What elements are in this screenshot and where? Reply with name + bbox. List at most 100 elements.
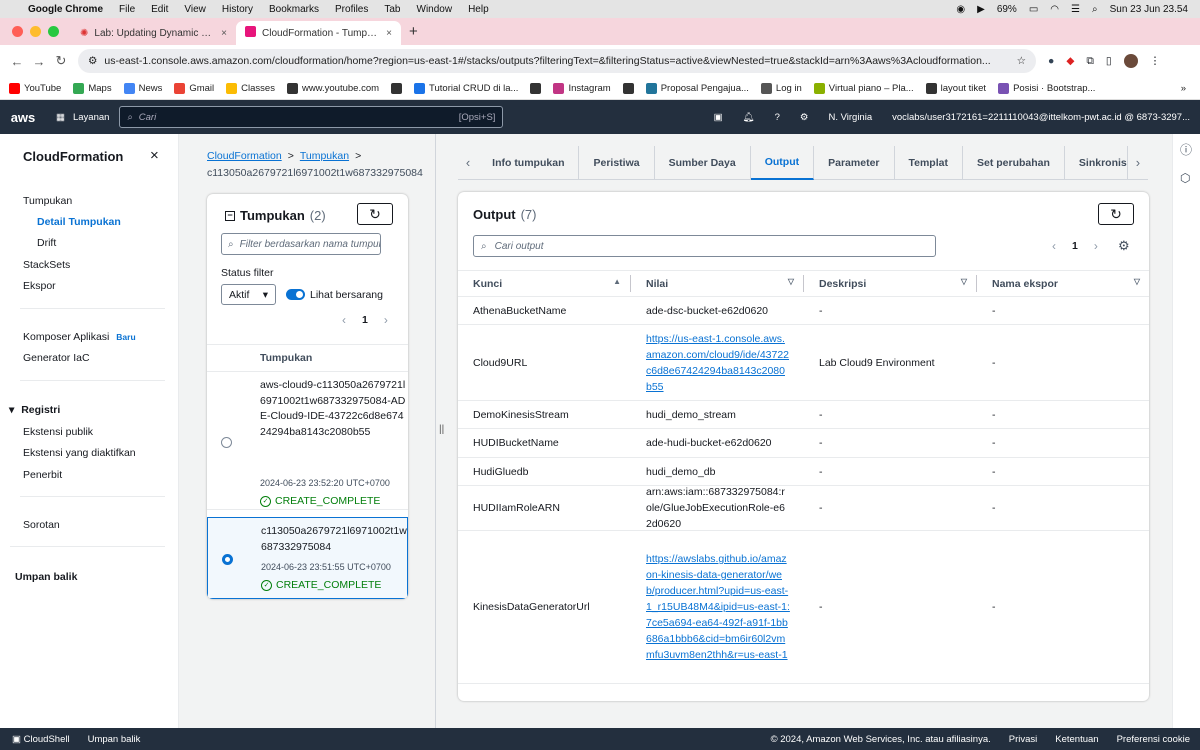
new-tab-button[interactable]: +: [401, 23, 426, 40]
stack-row[interactable]: aws-cloud9-c113050a2679721l6971002t1w687…: [207, 372, 408, 510]
sidebar-item-stacksets[interactable]: StackSets: [23, 259, 70, 271]
privacy-link[interactable]: Privasi: [1009, 734, 1038, 745]
stack-name[interactable]: c113050a2679721l6971002t1w687332975084: [261, 524, 408, 555]
next-page-icon[interactable]: ›: [384, 313, 388, 327]
view-nested-toggle[interactable]: [286, 289, 305, 300]
bookmark-item[interactable]: [391, 82, 403, 94]
search-icon[interactable]: ⌕: [1092, 4, 1098, 15]
column-description[interactable]: Deskripsi ▽: [804, 275, 977, 292]
region-selector[interactable]: N. Virginia: [828, 112, 872, 123]
aws-logo[interactable]: aws: [0, 110, 46, 125]
stack-radio[interactable]: [221, 437, 232, 448]
output-link[interactable]: https://awslabs.github.io/amazon-kinesis…: [646, 553, 790, 661]
bookmark-item[interactable]: Instagram: [553, 82, 611, 94]
extension-icon[interactable]: ◆: [1066, 55, 1074, 67]
extension-icon[interactable]: ●: [1048, 55, 1054, 67]
menu-profiles[interactable]: Profiles: [335, 4, 368, 15]
tab-stack-info[interactable]: Info tumpukan: [478, 145, 580, 180]
stack-radio-selected[interactable]: [222, 554, 233, 565]
stack-row-selected[interactable]: c113050a2679721l6971002t1w687332975084 2…: [207, 517, 408, 599]
menu-help[interactable]: Help: [468, 4, 489, 15]
zoom-window-button[interactable]: [48, 26, 59, 37]
services-menu-button[interactable]: ▦ Layanan: [46, 112, 119, 123]
stack-filter-input[interactable]: ⌕ Filter berdasarkan nama tumpukan: [221, 233, 381, 255]
sidebar-item-activated-extensions[interactable]: Ekstensi yang diaktifkan: [23, 447, 136, 459]
address-bar[interactable]: ⚙ us-east-1.console.aws.amazon.com/cloud…: [78, 49, 1036, 73]
tab-resources[interactable]: Sumber Daya: [655, 145, 751, 180]
sidebar-section-registry[interactable]: ▾ Registri: [9, 404, 60, 416]
resources-hex-icon[interactable]: ⬡: [1180, 171, 1190, 185]
sidebar-item-publisher[interactable]: Penerbit: [23, 469, 62, 481]
menu-edit[interactable]: Edit: [151, 4, 168, 15]
sidebar-item-stack-details[interactable]: Detail Tumpukan: [37, 216, 121, 228]
column-export-name[interactable]: Nama ekspor ▽: [977, 275, 1149, 292]
info-icon[interactable]: ⓘ: [1180, 141, 1192, 158]
stack-name[interactable]: aws-cloud9-c113050a2679721l6971002t1w687…: [260, 378, 408, 440]
collapse-panel-icon[interactable]: −: [225, 210, 235, 221]
play-icon[interactable]: ▶: [977, 4, 985, 15]
refresh-stacks-button[interactable]: ↻: [357, 203, 393, 225]
bookmark-item[interactable]: Proposal Pengajua...: [645, 82, 749, 94]
current-page[interactable]: 1: [1072, 240, 1078, 252]
bookmark-item[interactable]: Log in: [760, 82, 802, 94]
bookmark-star-icon[interactable]: ☆: [1017, 55, 1026, 67]
feedback-link[interactable]: Umpan balik: [88, 734, 141, 745]
scroll-right-icon[interactable]: ›: [1128, 155, 1148, 170]
sidebar-item-stacks[interactable]: Tumpukan: [23, 195, 72, 207]
breadcrumb-cloudformation[interactable]: CloudFormation: [207, 150, 282, 162]
wifi-icon[interactable]: ◠: [1050, 4, 1059, 15]
tab-change-sets[interactable]: Set perubahan: [963, 145, 1065, 180]
output-link[interactable]: https://us-east-1.console.aws.amazon.com…: [646, 333, 789, 393]
battery-icon[interactable]: ▭: [1029, 4, 1038, 15]
more-bookmarks-icon[interactable]: »: [1181, 83, 1200, 94]
previous-page-icon[interactable]: ‹: [1052, 239, 1056, 253]
menu-bookmarks[interactable]: Bookmarks: [269, 4, 319, 15]
aws-search-input[interactable]: ⌕ Cari [Opsi+S]: [119, 106, 504, 128]
bookmark-item[interactable]: Virtual piano – Pla...: [813, 82, 914, 94]
browser-tab-cloudformation[interactable]: CloudFormation - Tumpukan ×: [236, 21, 401, 45]
menu-window[interactable]: Window: [417, 4, 453, 15]
menu-history[interactable]: History: [222, 4, 253, 15]
settings-gear-icon[interactable]: ⚙: [800, 112, 809, 123]
previous-page-icon[interactable]: ‹: [342, 313, 346, 327]
tab-git-sync[interactable]: Sinkronisasi Git: [1065, 145, 1128, 180]
resize-handle-icon[interactable]: ||: [439, 424, 444, 435]
scroll-left-icon[interactable]: ‹: [458, 155, 478, 170]
browser-tab-lab[interactable]: ✺ Lab: Updating Dynamic Data ×: [71, 21, 236, 45]
notifications-bell-icon[interactable]: 🔔︎: [743, 112, 755, 123]
sidebar-item-iac-generator[interactable]: Generator IaC: [23, 352, 90, 364]
sidebar-item-feedback[interactable]: Umpan balik: [15, 571, 77, 583]
cloudshell-button[interactable]: ▣ CloudShell: [12, 734, 70, 745]
account-menu[interactable]: voclabs/user3172161=2211110043@ittelkom-…: [892, 112, 1190, 123]
menu-tab[interactable]: Tab: [384, 4, 400, 15]
more-menu-icon[interactable]: ⋮: [1150, 55, 1161, 67]
sidebar-item-public-extensions[interactable]: Ekstensi publik: [23, 426, 93, 438]
current-page[interactable]: 1: [362, 314, 368, 326]
bookmark-item[interactable]: YouTube: [9, 82, 61, 94]
sidebar-item-drift[interactable]: Drift: [37, 237, 56, 249]
minimize-window-button[interactable]: [30, 26, 41, 37]
tab-parameters[interactable]: Parameter: [814, 145, 895, 180]
bookmark-item[interactable]: Gmail: [174, 82, 214, 94]
tab-template[interactable]: Templat: [895, 145, 963, 180]
status-filter-select[interactable]: Aktif ▾: [221, 284, 276, 305]
close-window-button[interactable]: [12, 26, 23, 37]
refresh-outputs-button[interactable]: ↻: [1098, 203, 1134, 225]
bookmark-item[interactable]: News: [123, 82, 162, 94]
terms-link[interactable]: Ketentuan: [1055, 734, 1098, 745]
next-page-icon[interactable]: ›: [1094, 239, 1098, 253]
cloudshell-icon[interactable]: ▣: [714, 112, 723, 123]
outputs-search-input[interactable]: ⌕ Cari output: [473, 235, 936, 257]
close-tab-icon[interactable]: ×: [221, 28, 227, 39]
extensions-puzzle-icon[interactable]: ⧉: [1086, 55, 1094, 68]
sidebar-item-spotlight[interactable]: Sorotan: [23, 519, 60, 531]
help-icon[interactable]: ?: [775, 112, 780, 123]
clock[interactable]: Sun 23 Jun 23.54: [1110, 4, 1188, 15]
close-sidebar-icon[interactable]: ×: [150, 147, 159, 164]
table-preferences-gear-icon[interactable]: ⚙: [1118, 238, 1130, 254]
forward-icon[interactable]: →: [28, 54, 50, 69]
cookie-preferences-link[interactable]: Preferensi cookie: [1117, 734, 1190, 745]
bookmark-item[interactable]: layout tiket: [925, 82, 986, 94]
bookmark-item[interactable]: Tutorial CRUD di la...: [414, 82, 518, 94]
column-key[interactable]: Kunci ▲: [458, 275, 631, 292]
